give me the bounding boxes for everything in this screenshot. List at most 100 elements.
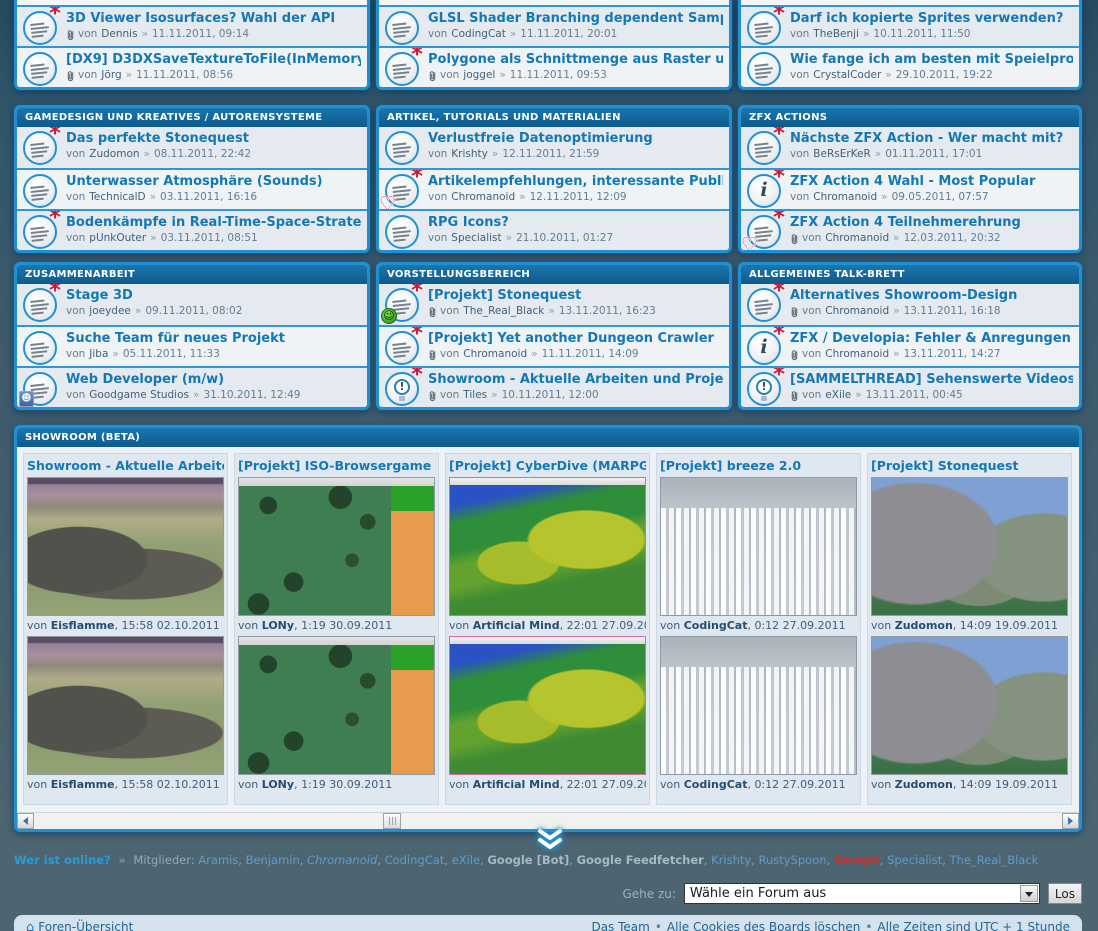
topic-title-link[interactable]: [SAMMELTHREAD] Sehenswerte Videos xyxy=(790,372,1073,388)
project-title-link[interactable]: Showroom - Aktuelle Arbeiten u xyxy=(27,457,224,475)
project-thumbnail[interactable] xyxy=(238,636,435,775)
topic-title-link[interactable]: Verlustfreie Datenoptimierung xyxy=(428,131,723,147)
topic-title-link[interactable]: Darf ich kopierte Sprites verwenden? xyxy=(790,11,1073,27)
forum-jump-select[interactable]: Wähle ein Forum aus xyxy=(684,883,1040,904)
footer-link[interactable]: Alle Cookies des Boards löschen xyxy=(667,920,860,931)
online-member[interactable]: CodingCat xyxy=(385,853,445,867)
topic-author-link[interactable]: TheBenji xyxy=(813,28,859,41)
who-is-online-link[interactable]: Wer ist online? xyxy=(14,853,111,867)
topic-title-link[interactable]: RPG Icons? xyxy=(428,215,723,231)
project-title-link[interactable]: [Projekt] Stonequest xyxy=(871,457,1068,475)
project-thumbnail[interactable] xyxy=(27,636,224,775)
topic-author-link[interactable]: Jörg xyxy=(101,69,121,82)
topic-text: GLSL Shader Branching dependent Sampler … xyxy=(428,11,723,41)
forum-category-box: *Darf ich kopierte Sprites verwenden?von… xyxy=(738,0,1082,90)
topic-author-link[interactable]: Chromanoid xyxy=(463,348,527,361)
project-thumbnail[interactable] xyxy=(660,477,857,616)
online-member[interactable]: Google Feedfetcher xyxy=(577,853,704,867)
topic-title-link[interactable]: Alternatives Showroom-Design xyxy=(790,288,1073,304)
lightbulb-icon: ! xyxy=(394,379,410,395)
dropdown-arrow-button[interactable] xyxy=(1020,885,1038,902)
scroll-left-button[interactable] xyxy=(17,813,34,829)
topic-title-link[interactable]: Web Developer (m/w) xyxy=(66,372,361,388)
online-member[interactable]: RustySpoon xyxy=(758,853,826,867)
topic-author-link[interactable]: CrystalCoder xyxy=(813,69,881,82)
online-member[interactable]: Specialist xyxy=(887,853,942,867)
topic-title-link[interactable]: Bodenkämpfe in Real-Time-Space-Strategy-… xyxy=(66,215,361,231)
topic-author-link[interactable]: Tiles xyxy=(463,389,487,402)
caption-author: Zudomon xyxy=(895,619,953,632)
topic-author-link[interactable]: TechnicalD xyxy=(89,191,145,204)
document-lines-icon xyxy=(754,140,774,160)
topic-title-link[interactable]: Wie fange ich am besten mit Speielprogra… xyxy=(790,52,1073,68)
topic-author-link[interactable]: The_Real_Black xyxy=(463,305,544,318)
scroll-down-chevron-icon[interactable] xyxy=(536,828,564,850)
topic-author-link[interactable]: Chromanoid xyxy=(813,191,877,204)
online-member[interactable]: Benjamin xyxy=(246,853,300,867)
project-thumbnail[interactable] xyxy=(238,477,435,616)
project-thumbnail[interactable] xyxy=(871,477,1068,616)
topic-author-link[interactable]: Specialist xyxy=(451,232,501,245)
topic-row: *3D Viewer Isosurfaces? Wahl der APIvonD… xyxy=(17,5,367,46)
topic-title-link[interactable]: Showroom - Aktuelle Arbeiten und Projekt… xyxy=(428,372,723,388)
topic-title-link[interactable]: Stage 3D xyxy=(66,288,361,304)
doc-line xyxy=(394,239,406,242)
topic-title-link[interactable]: 3D Viewer Isosurfaces? Wahl der API xyxy=(66,11,361,27)
topic-author-link[interactable]: Chromanoid xyxy=(825,348,889,361)
topic-byline: vonChromanoid»09.05.2011, 07:57 xyxy=(790,191,1073,204)
paperclip-icon xyxy=(790,390,799,402)
topic-title-link[interactable]: ZFX / Developia: Fehler & Anregungen xyxy=(790,331,1073,347)
topic-title-link[interactable]: [Projekt] Yet another Dungeon Crawler xyxy=(428,331,723,347)
go-button[interactable]: Los xyxy=(1048,883,1082,904)
project-thumbnail[interactable] xyxy=(660,636,857,775)
project-title-link[interactable]: [Projekt] breeze 2.0 xyxy=(660,457,857,475)
topic-title-link[interactable]: [Projekt] Stonequest xyxy=(428,288,723,304)
doc-topic-icon: *♡ xyxy=(385,174,419,208)
topic-title-link[interactable]: Polygone als Schnittmenge aus Raster und… xyxy=(428,52,723,68)
thumbnail-caption: von LONy, 1:19 30.09.2011 xyxy=(238,777,435,792)
project-thumbnail[interactable] xyxy=(449,477,646,616)
topic-author-link[interactable]: CodingCat xyxy=(451,28,506,41)
scrollbar-thumb[interactable] xyxy=(383,813,401,829)
topic-title-link[interactable]: ZFX Action 4 Wahl - Most Popular xyxy=(790,174,1073,190)
topic-author-link[interactable]: eXile xyxy=(825,389,851,402)
project-thumbnail[interactable] xyxy=(449,636,646,775)
topic-title-link[interactable]: [DX9] D3DXSaveTextureToFile(InMemory) la… xyxy=(66,52,361,68)
topic-title-link[interactable]: ZFX Action 4 Teilnehmerehrung xyxy=(790,215,1073,231)
topic-author-link[interactable]: Dennis xyxy=(101,28,137,41)
topic-author-link[interactable]: Chromanoid xyxy=(825,232,889,245)
project-title-link[interactable]: [Projekt] ISO-Browsergame "cad2d" xyxy=(238,457,435,475)
online-member[interactable]: Seraph xyxy=(834,853,880,867)
footer-link[interactable]: Das Team xyxy=(591,920,649,931)
topic-author-link[interactable]: BeRsErKeR xyxy=(813,148,871,161)
topic-author-link[interactable]: Chromanoid xyxy=(825,305,889,318)
online-member[interactable]: Krishty xyxy=(711,853,751,867)
project-thumbnail[interactable] xyxy=(27,477,224,616)
topic-author-link[interactable]: Goodgame Studios xyxy=(89,389,189,402)
online-member[interactable]: Aramis xyxy=(198,853,238,867)
topic-author-link[interactable]: pUnkOuter xyxy=(89,232,146,245)
topic-title-link[interactable]: Das perfekte Stonequest xyxy=(66,131,361,147)
topic-author-link[interactable]: Krishty xyxy=(451,148,488,161)
scroll-right-button[interactable] xyxy=(1062,813,1079,829)
topic-author-link[interactable]: Chromanoid xyxy=(451,191,515,204)
topic-author-link[interactable]: joeydee xyxy=(89,305,131,318)
topic-title-link[interactable]: Unterwasser Atmosphäre (Sounds) xyxy=(66,174,361,190)
online-member[interactable]: eXile xyxy=(452,853,480,867)
project-thumbnail[interactable] xyxy=(871,636,1068,775)
topic-author-link[interactable]: joggel xyxy=(463,69,495,82)
topic-title-link[interactable]: GLSL Shader Branching dependent Sampler … xyxy=(428,11,723,27)
doc-line xyxy=(32,76,44,79)
new-posts-star-icon: * xyxy=(411,366,423,385)
topic-author-link[interactable]: Zudomon xyxy=(89,148,139,161)
showroom-scrollbar-track[interactable] xyxy=(17,812,1079,829)
board-index-link[interactable]: Foren-Übersicht xyxy=(38,920,133,931)
online-member[interactable]: Chromanoid xyxy=(307,853,377,867)
project-title-link[interactable]: [Projekt] CyberDive (MARPG) xyxy=(449,457,646,475)
topic-title-link[interactable]: Suche Team für neues Projekt xyxy=(66,331,361,347)
topic-author-link[interactable]: Jiba xyxy=(89,348,108,361)
topic-title-link[interactable]: Nächste ZFX Action - Wer macht mit? xyxy=(790,131,1073,147)
online-member[interactable]: Google [Bot] xyxy=(487,853,569,867)
topic-title-link[interactable]: Artikelempfehlungen, interessante Publik… xyxy=(428,174,723,190)
online-member[interactable]: The_Real_Black xyxy=(950,853,1039,867)
